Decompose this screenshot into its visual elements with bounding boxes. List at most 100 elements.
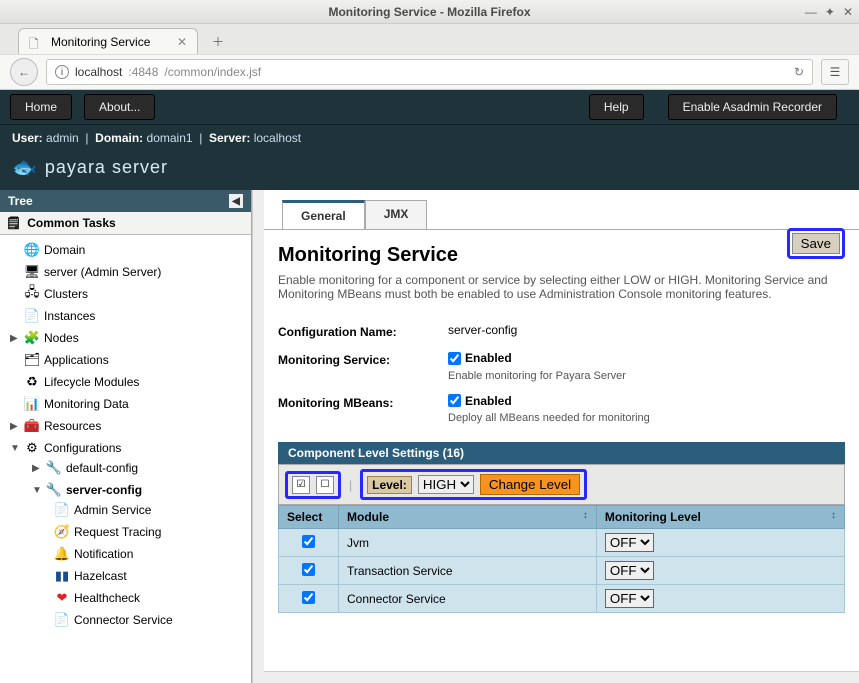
row-select-checkbox[interactable]	[302, 591, 315, 604]
table-row: Transaction ServiceOFF	[279, 557, 845, 585]
col-module[interactable]: Module↕	[339, 506, 597, 529]
doc-icon: 📄	[54, 612, 70, 628]
config-icon: ⚙	[24, 440, 40, 456]
sidebar-item-configurations[interactable]: ▼⚙Configurations	[8, 439, 251, 457]
sidebar-collapse-icon[interactable]: ◀	[229, 194, 243, 208]
sidebar-header: Tree ◀	[0, 190, 251, 212]
instance-icon: 📄	[24, 308, 40, 324]
select-all-button[interactable]: ☑	[292, 476, 310, 494]
sidebar-item-default-config[interactable]: ▶🔧default-config	[30, 459, 251, 477]
browser-tabstrip: 🗋 Monitoring Service ✕ ＋	[0, 24, 859, 54]
page-description: Enable monitoring for a component or ser…	[278, 273, 838, 301]
sidebar-item-admin-service[interactable]: 📄Admin Service	[52, 501, 251, 519]
row-level-select[interactable]: OFF	[605, 533, 654, 552]
help-button[interactable]: Help	[589, 94, 644, 120]
row-level-select[interactable]: OFF	[605, 589, 654, 608]
bell-icon: 🔔	[54, 546, 70, 562]
mbeans-hint: Deploy all MBeans needed for monitoring	[448, 412, 845, 424]
monitoring-service-checkbox[interactable]: Enabled	[448, 351, 512, 365]
tab-close-icon[interactable]: ✕	[177, 35, 187, 49]
level-label: Level:	[367, 476, 412, 494]
sidebar-item-server-config[interactable]: ▼🔧server-config	[30, 481, 251, 499]
sidebar-item-clusters[interactable]: 🖧Clusters	[8, 285, 251, 303]
brand-logo: 🐟 payara server	[0, 151, 859, 190]
mbeans-checkbox[interactable]: Enabled	[448, 394, 512, 408]
common-tasks[interactable]: 🗒 Common Tasks	[0, 212, 251, 235]
sidebar-item-request-tracing[interactable]: 🧭Request Tracing	[52, 523, 251, 541]
new-tab-button[interactable]: ＋	[204, 28, 232, 54]
level-select[interactable]: HIGH	[418, 475, 474, 494]
sidebar-item-applications[interactable]: 🗂Applications	[8, 351, 251, 369]
horizontal-scrollbar[interactable]	[264, 671, 859, 683]
window-maximize-icon[interactable]: ✦	[825, 5, 835, 19]
level-controls-highlight: Level: HIGH Change Level	[360, 469, 587, 500]
monitoring-service-label: Monitoring Service:	[278, 351, 448, 382]
window-minimize-icon[interactable]: —	[805, 5, 817, 19]
sidebar-item-hazelcast[interactable]: ▮▮Hazelcast	[52, 567, 251, 585]
col-select[interactable]: Select	[279, 506, 339, 529]
sidebar-item-instances[interactable]: 📄Instances	[8, 307, 251, 325]
cluster-icon: 🖧	[24, 286, 40, 302]
back-button[interactable]: ←	[10, 58, 38, 86]
sidebar-item-connector-service[interactable]: 📄Connector Service	[52, 611, 251, 629]
sidebar-item-domain[interactable]: 🌐Domain	[8, 241, 251, 259]
save-highlight: Save	[787, 228, 845, 259]
row-select-checkbox[interactable]	[302, 535, 315, 548]
hazelcast-icon: ▮▮	[54, 568, 70, 584]
info-icon[interactable]: i	[55, 65, 69, 79]
browser-urlbar: ← i localhost:4848/common/index.jsf ↻ ☰	[0, 54, 859, 90]
tab-jmx[interactable]: JMX	[365, 200, 428, 229]
chart-icon: 📊	[24, 396, 40, 412]
change-level-button[interactable]: Change Level	[480, 474, 580, 495]
window-title: Monitoring Service - Mozilla Firefox	[328, 5, 530, 19]
nodes-icon: 🧩	[24, 330, 40, 346]
payara-fish-icon: 🐟	[12, 155, 37, 180]
sidebar-item-healthcheck[interactable]: ❤Healthcheck	[52, 589, 251, 607]
sidebar-item-monitoring-data[interactable]: 📊Monitoring Data	[8, 395, 251, 413]
row-select-checkbox[interactable]	[302, 563, 315, 576]
globe-icon: 🌐	[24, 242, 40, 258]
server-icon: 🖥	[24, 264, 40, 280]
component-panel-title: Component Level Settings (16)	[278, 442, 845, 464]
table-row: JvmOFF	[279, 529, 845, 557]
row-module: Connector Service	[339, 585, 597, 613]
sidebar-scrollbar[interactable]	[252, 190, 264, 683]
monitoring-service-hint: Enable monitoring for Payara Server	[448, 370, 845, 382]
about-button[interactable]: About...	[84, 94, 155, 120]
sidebar-item-nodes[interactable]: ▶🧩Nodes	[8, 329, 251, 347]
sidebar-item-notification[interactable]: 🔔Notification	[52, 545, 251, 563]
page-title: Monitoring Service	[278, 244, 845, 267]
config-node-icon: 🔧	[46, 482, 62, 498]
save-button[interactable]: Save	[792, 233, 840, 254]
sidebar-title: Tree	[8, 194, 33, 208]
nav-tree: 🌐Domain 🖥server (Admin Server) 🖧Clusters…	[0, 235, 251, 683]
sidebar-item-resources[interactable]: ▶🧰Resources	[8, 417, 251, 435]
lifecycle-icon: ♻	[24, 374, 40, 390]
apps-icon: 🗂	[24, 352, 40, 368]
browser-tab[interactable]: 🗋 Monitoring Service ✕	[18, 28, 198, 54]
url-host: localhost	[75, 65, 122, 79]
sort-icon[interactable]: ↕	[583, 510, 588, 521]
enable-recorder-button[interactable]: Enable Asadmin Recorder	[668, 94, 837, 120]
component-toolbar: ☑ ☐ | Level: HIGH Change Level	[278, 464, 845, 505]
home-button[interactable]: Home	[10, 94, 72, 120]
sidebar-item-lifecycle[interactable]: ♻Lifecycle Modules	[8, 373, 251, 391]
browser-menu-button[interactable]: ☰	[821, 59, 849, 85]
url-input[interactable]: i localhost:4848/common/index.jsf ↻	[46, 59, 813, 85]
col-monitoring-level[interactable]: Monitoring Level↕	[596, 506, 844, 529]
page-tabs: General JMX	[282, 200, 859, 229]
select-buttons-highlight: ☑ ☐	[285, 471, 341, 499]
window-close-icon[interactable]: ✕	[843, 5, 853, 19]
tab-general[interactable]: General	[282, 200, 365, 229]
url-port: :4848	[128, 65, 158, 79]
component-table: Select Module↕ Monitoring Level↕ JvmOFFT…	[278, 505, 845, 613]
config-name-label: Configuration Name:	[278, 323, 448, 339]
sort-icon[interactable]: ↕	[831, 510, 836, 521]
doc-icon: 📄	[54, 502, 70, 518]
app-header: Home About... Help Enable Asadmin Record…	[0, 90, 859, 190]
sidebar-item-server[interactable]: 🖥server (Admin Server)	[8, 263, 251, 281]
reload-icon[interactable]: ↻	[794, 65, 804, 79]
tasks-icon: 🗒	[6, 216, 21, 230]
select-none-button[interactable]: ☐	[316, 476, 334, 494]
row-level-select[interactable]: OFF	[605, 561, 654, 580]
